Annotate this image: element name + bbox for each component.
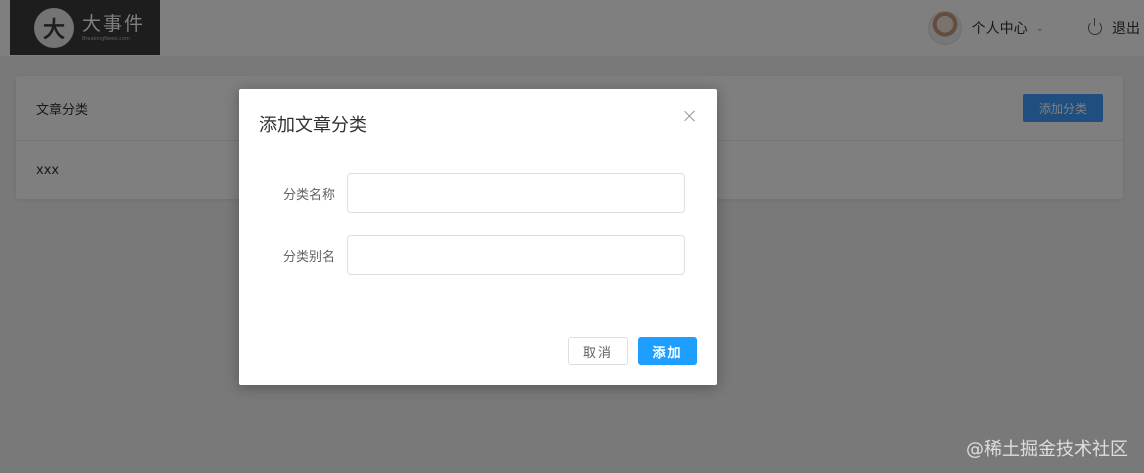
category-name-input[interactable] xyxy=(347,173,685,213)
dialog-footer: 取消 添加 xyxy=(568,337,697,365)
add-button[interactable]: 添加 xyxy=(638,337,697,365)
add-category-dialog: 添加文章分类 分类名称 分类别名 取消 添加 xyxy=(239,89,717,385)
watermark: @稀土掘金技术社区 xyxy=(966,439,1128,460)
category-alias-input[interactable] xyxy=(347,235,685,275)
category-name-label: 分类名称 xyxy=(282,187,335,203)
close-icon[interactable] xyxy=(683,109,697,123)
page-root: 大 大事件 BreakingNews.com 个人中心 ⌄ 退出 文章分类 添加… xyxy=(0,0,1144,473)
category-alias-label: 分类别名 xyxy=(282,249,335,265)
cancel-button[interactable]: 取消 xyxy=(568,337,628,365)
form-row-name: 分类名称 xyxy=(239,173,717,213)
form-row-alias: 分类别名 xyxy=(239,235,717,275)
dialog-title: 添加文章分类 xyxy=(259,115,367,136)
